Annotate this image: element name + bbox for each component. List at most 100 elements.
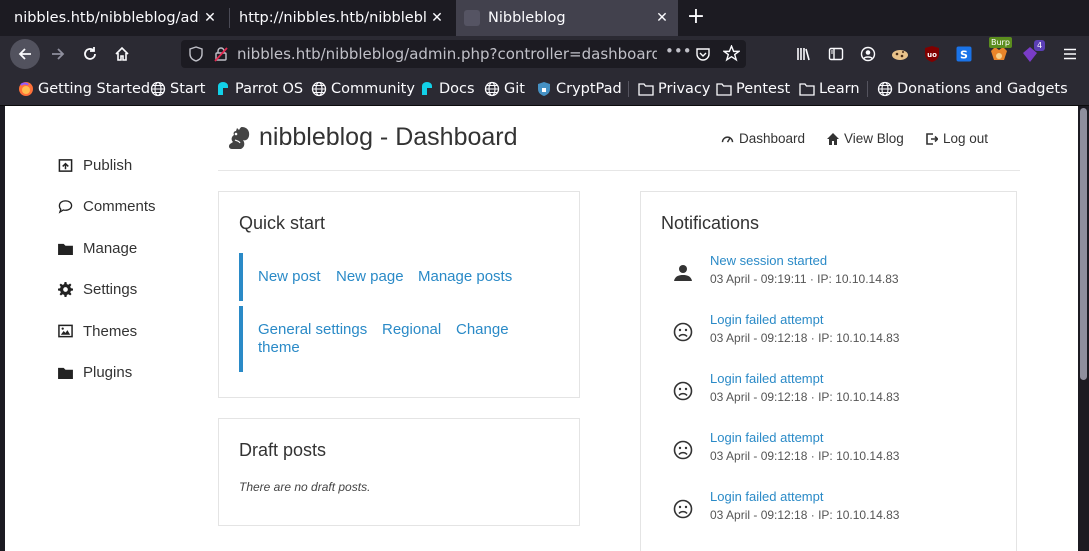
notification-title-link[interactable]: Login failed attempt [710, 312, 823, 327]
globe-icon [311, 81, 327, 97]
sidebar-item-plugins[interactable]: Plugins [57, 361, 132, 383]
notification-detail: 03 April - 09:12:18 · IP: 10.10.14.83 [710, 449, 900, 463]
comment-icon [57, 198, 73, 214]
pocket-icon[interactable] [695, 46, 711, 62]
link-change-theme[interactable]: Change [456, 321, 509, 338]
sidebar-item-themes[interactable]: Themes [57, 320, 137, 342]
frown-icon [671, 320, 695, 344]
tab-close-icon[interactable]: ✕ [653, 9, 671, 27]
link-manage-posts[interactable]: Manage posts [418, 268, 512, 285]
header-link-dashboard[interactable]: Dashboard [721, 131, 805, 146]
sidebar-item-manage[interactable]: Manage [57, 237, 137, 259]
sidebar-item-publish[interactable]: Publish [57, 154, 132, 176]
bookmark-start[interactable]: Start [150, 80, 205, 98]
sidebar-item-settings[interactable]: Settings [57, 278, 137, 300]
link-regional[interactable]: Regional [382, 321, 441, 338]
page-title-text: nibbleblog - Dashboard [259, 123, 518, 151]
sidebar-item-label: Plugins [83, 363, 133, 381]
notification-title-link[interactable]: Login failed attempt [710, 371, 823, 386]
home-button[interactable] [107, 39, 137, 69]
header-link-label: View Blog [844, 131, 904, 146]
scrollbar-thumb[interactable] [1080, 108, 1087, 380]
url-text[interactable]: nibbles.htb/nibbleblog/admin.php?control… [237, 45, 657, 63]
extension-burp-button[interactable]: Burp [984, 37, 1014, 69]
draft-posts-title: Draft posts [239, 440, 327, 460]
header-link-logout[interactable]: Log out [926, 131, 988, 146]
sidebar-icon [828, 47, 844, 61]
bookmark-label: Git [504, 81, 525, 97]
logout-icon [926, 132, 938, 145]
notification-title-link[interactable]: New session started [710, 253, 827, 268]
bookmark-label: CryptPad [556, 81, 622, 97]
shield-icon[interactable] [189, 46, 203, 62]
bookmark-community[interactable]: Community [311, 80, 415, 98]
extension-purple-button[interactable]: 4 [1015, 39, 1046, 69]
bookmark-cryptpad[interactable]: CryptPad [536, 80, 622, 98]
notification-item: Login failed attempt 03 April - 09:12:18… [671, 430, 1011, 480]
squirrel-logo-icon [227, 124, 251, 152]
link-new-page[interactable]: New page [336, 268, 404, 285]
tab-nibbles-blog[interactable]: http://nibbles.htb/nibbleblog/ ✕ [230, 0, 455, 36]
bookmark-getting-started[interactable]: Getting Started [18, 80, 150, 98]
bookmark-label: Learn [819, 81, 860, 97]
back-button[interactable] [10, 39, 40, 69]
extension-s-button[interactable]: S [949, 39, 979, 69]
notification-item: Login failed attempt 03 April - 09:12:18… [671, 489, 1011, 539]
link-change-theme-wrap[interactable]: theme [258, 339, 300, 356]
new-tab-button[interactable]: + [684, 6, 708, 30]
url-bar[interactable]: nibbles.htb/nibbleblog/admin.php?control… [181, 40, 746, 68]
bookmark-parrot-os[interactable]: Parrot OS [215, 80, 303, 98]
notification-title-link[interactable]: Login failed attempt [710, 430, 823, 445]
notification-detail: 03 April - 09:12:18 · IP: 10.10.14.83 [710, 508, 900, 522]
home-icon [827, 132, 839, 145]
bookmark-separator [867, 81, 868, 97]
link-general-settings[interactable]: General settings [258, 321, 367, 338]
forward-button[interactable] [43, 39, 73, 69]
tab-close-icon[interactable]: ✕ [428, 9, 446, 27]
bookmark-folder-pentest[interactable]: Pentest [716, 80, 790, 98]
tab-title: http://nibbles.htb/nibbleblog/ [239, 10, 427, 26]
header-link-view-blog[interactable]: View Blog [827, 131, 904, 146]
sidebar-button[interactable] [821, 39, 851, 69]
frown-icon [671, 379, 695, 403]
sidebar-item-label: Settings [83, 280, 138, 298]
extension-ublock-button[interactable]: uo [917, 39, 947, 69]
parrot-icon [419, 81, 435, 97]
reload-button[interactable] [75, 39, 105, 69]
tab-close-icon[interactable]: ✕ [201, 9, 219, 27]
bookmark-label: Donations and Gadgets [897, 81, 1068, 97]
sidebar-item-comments[interactable]: Comments [57, 195, 156, 217]
bookmark-label: Community [331, 81, 415, 97]
account-button[interactable] [853, 39, 883, 69]
app-menu-button[interactable] [1055, 39, 1085, 69]
header-divider [218, 170, 1020, 171]
bookmark-git[interactable]: Git [484, 80, 525, 98]
page-scrollbar[interactable] [1078, 106, 1089, 551]
bookmark-donations-and-gadgets[interactable]: Donations and Gadgets [877, 80, 1068, 98]
bookmark-docs[interactable]: Docs [419, 80, 475, 98]
insecure-lock-icon[interactable] [213, 46, 229, 62]
tab-title: Nibbleblog [488, 10, 566, 26]
reload-icon [84, 47, 96, 60]
tab-nibbleblog-active[interactable]: Nibbleblog ✕ [456, 0, 678, 36]
svg-text:uo: uo [927, 51, 937, 59]
link-new-post[interactable]: New post [258, 268, 321, 285]
bookmark-star-icon[interactable] [723, 45, 740, 62]
extension-cookie-button[interactable] [885, 39, 915, 69]
sidebar-item-label: Publish [83, 156, 133, 174]
folder-icon [638, 81, 654, 97]
user-icon [671, 261, 695, 285]
tab-nibbles-admin[interactable]: nibbles.htb/nibbleblog/admin.php?control… [0, 0, 228, 36]
notification-detail: 03 April - 09:19:11 · IP: 10.10.14.83 [710, 272, 899, 286]
quick-start-panel: Quick start New post New page Manage pos… [218, 191, 580, 398]
notification-item: New session started 03 April - 09:19:11 … [671, 253, 1011, 303]
notification-title-link[interactable]: Login failed attempt [710, 489, 823, 504]
folder-icon [57, 240, 73, 256]
bookmark-folder-privacy[interactable]: Privacy [638, 80, 711, 98]
gear-icon [57, 281, 73, 297]
bookmark-folder-learn[interactable]: Learn [799, 80, 860, 98]
library-button[interactable] [789, 39, 819, 69]
back-arrow-icon [18, 48, 31, 60]
folder-icon [799, 81, 815, 97]
page-actions-icon[interactable]: ••• [665, 42, 692, 60]
